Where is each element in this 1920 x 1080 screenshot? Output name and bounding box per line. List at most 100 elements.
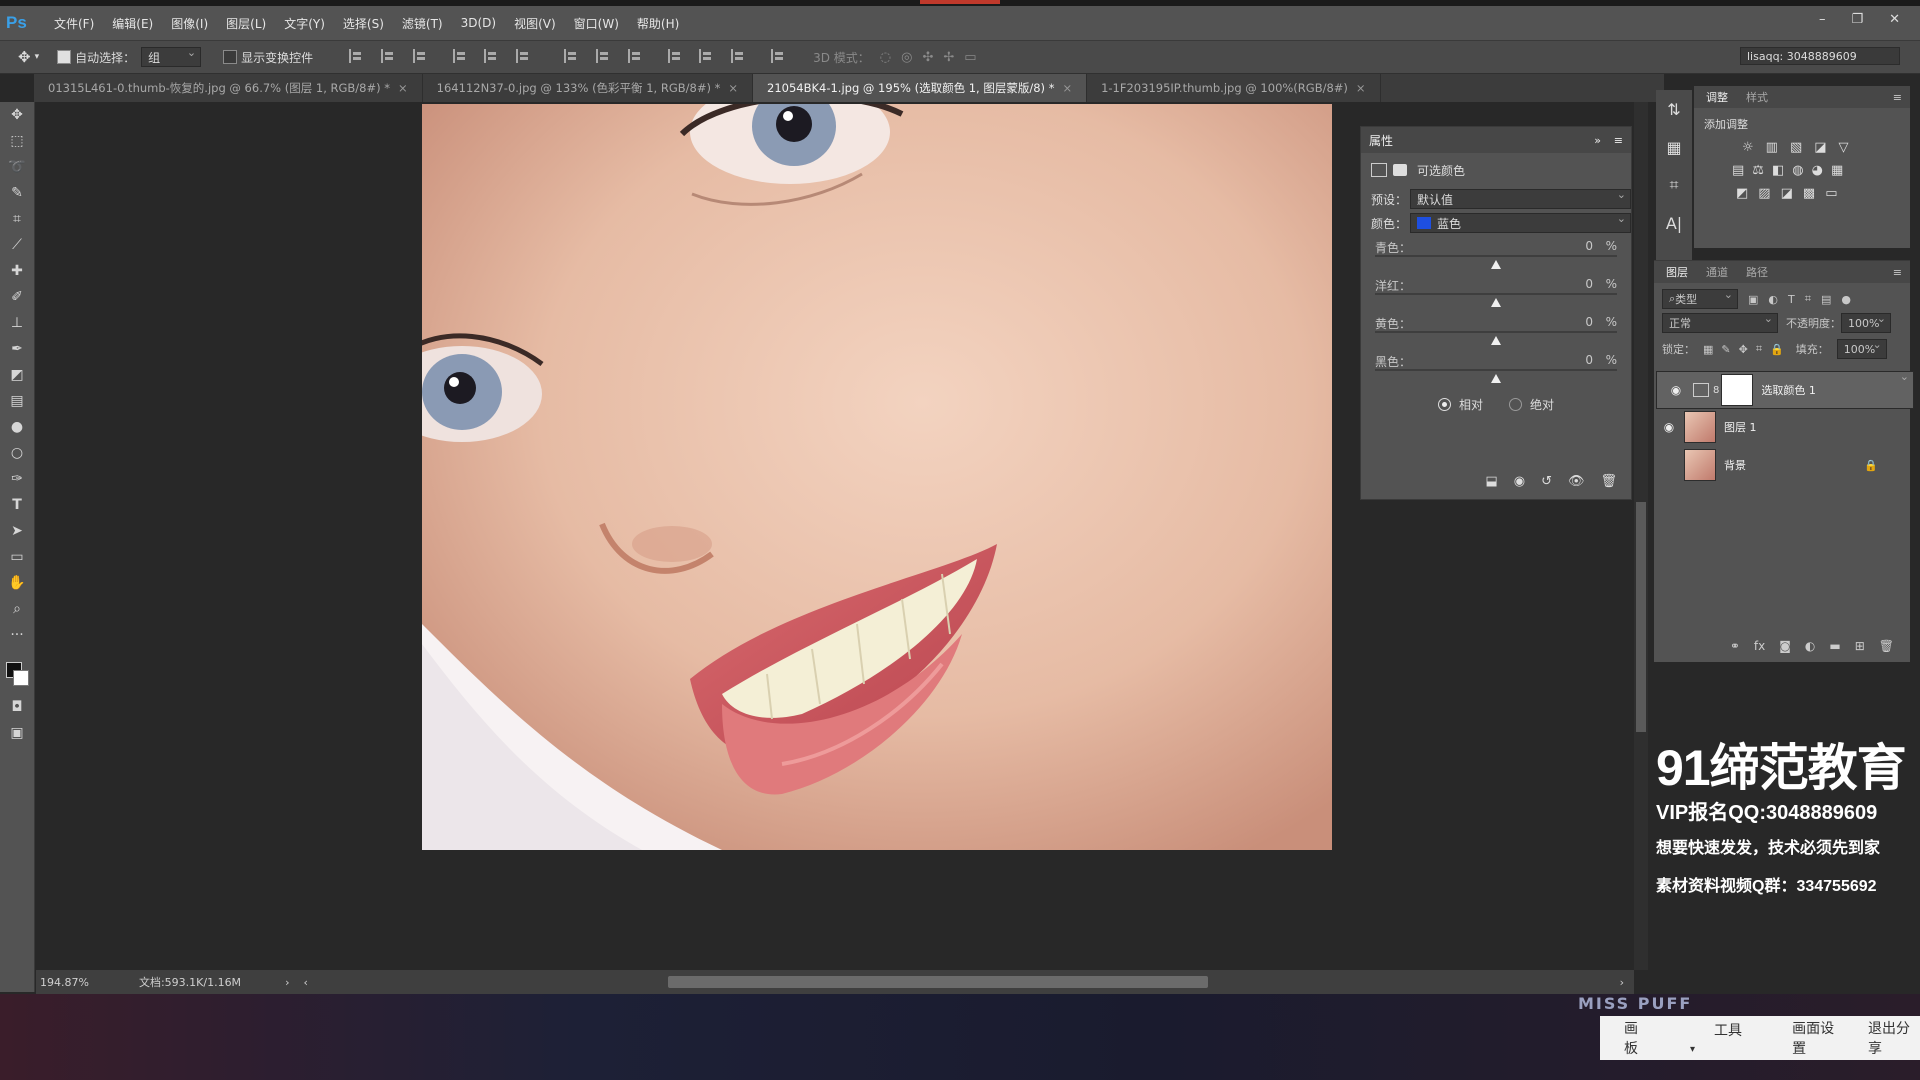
cyan-value[interactable]: 0	[1563, 239, 1593, 253]
tab-paths[interactable]: 路径	[1746, 264, 1768, 280]
layer-name[interactable]: 选取颜色 1	[1761, 382, 1816, 398]
selective-color-icon[interactable]: ▩	[1803, 186, 1815, 201]
black-track[interactable]	[1375, 369, 1617, 371]
layer-row[interactable]: ◉ 背景 🔒	[1656, 447, 1888, 483]
layer-thumb[interactable]	[1684, 411, 1716, 443]
scroll-left-icon[interactable]: ‹	[303, 976, 307, 989]
menu-file[interactable]: 文件(F)	[54, 15, 94, 32]
healing-tool-icon[interactable]: ✚	[0, 258, 34, 284]
layer-row[interactable]: ◉ 图层 1	[1656, 409, 1888, 445]
layer-filter-dropdown[interactable]: ⌕ 类型	[1662, 288, 1738, 309]
panel-menu-icon[interactable]: ≡	[1614, 134, 1623, 147]
vibrance-icon[interactable]: ▽	[1839, 140, 1849, 155]
relative-radio[interactable]	[1437, 397, 1451, 411]
close-tab-icon[interactable]: ×	[398, 81, 408, 95]
stamp-tool-icon[interactable]: ⊥	[0, 310, 34, 336]
filter-pixel-icon[interactable]: ▣	[1748, 293, 1758, 306]
screen-settings-button[interactable]: 画面设置	[1792, 1018, 1844, 1058]
filter-smart-icon[interactable]: ▤	[1821, 293, 1831, 306]
eye-icon[interactable]: ◉	[1656, 420, 1682, 434]
doc-tab[interactable]: 164112N37-0.jpg @ 133% (色彩平衡 1, RGB/8#) …	[423, 74, 753, 102]
background-color[interactable]	[13, 670, 29, 686]
exposure-icon[interactable]: ◪	[1814, 140, 1826, 155]
gradient-tool-icon[interactable]: ▤	[0, 388, 34, 414]
invert-icon[interactable]: ◩	[1736, 186, 1748, 201]
link-layers-icon[interactable]: ⚭	[1730, 639, 1740, 653]
type-tool-icon[interactable]: T	[0, 492, 34, 518]
quick-mask-icon[interactable]: ◘	[0, 694, 34, 720]
panel-menu-icon[interactable]: ≡	[1893, 266, 1902, 279]
tab-layers[interactable]: 图层	[1666, 264, 1688, 280]
distribute-hcenter-icon[interactable]	[699, 48, 715, 63]
align-vcenter-icon[interactable]	[380, 48, 397, 63]
auto-align-icon[interactable]	[771, 48, 787, 63]
lock-artboard-icon[interactable]: ⌗	[1756, 342, 1762, 356]
layer-name[interactable]: 图层 1	[1724, 419, 1757, 435]
filter-type-icon[interactable]: T	[1788, 293, 1795, 306]
chevron-down-icon[interactable]: ▾	[35, 52, 40, 62]
color-balance-icon[interactable]: ⚖	[1752, 163, 1764, 178]
character-panel-icon[interactable]: A|	[1656, 204, 1692, 242]
scroll-right-icon[interactable]: ›	[1620, 976, 1624, 989]
panel-menu-icon[interactable]: ≡	[1893, 91, 1902, 104]
brush-tool-icon[interactable]: ✐	[0, 284, 34, 310]
zoom-tool-icon[interactable]: ⌕	[0, 596, 34, 622]
distribute-vcenter-icon[interactable]	[595, 48, 612, 63]
link-icon[interactable]: 8	[1713, 385, 1719, 396]
distribute-right-icon[interactable]	[731, 48, 747, 63]
layer-mask-thumb[interactable]	[1721, 374, 1754, 406]
align-bottom-icon[interactable]	[412, 48, 429, 63]
document-image[interactable]	[422, 104, 1332, 850]
horizontal-scroll-thumb[interactable]	[668, 976, 1208, 988]
vertical-scrollbar[interactable]	[1634, 102, 1648, 970]
restore-button[interactable]: ❐	[1851, 12, 1863, 27]
move-tool-icon[interactable]: ✥	[18, 48, 31, 66]
gradient-map-icon[interactable]: ▭	[1825, 186, 1837, 201]
artboard-button[interactable]: 画板	[1624, 1018, 1650, 1058]
blend-mode-dropdown[interactable]: 正常	[1662, 312, 1778, 333]
distribute-bottom-icon[interactable]	[627, 48, 644, 63]
fx-icon[interactable]: fx	[1754, 639, 1765, 653]
black-value[interactable]: 0	[1563, 353, 1593, 367]
history-brush-tool-icon[interactable]: ✒	[0, 336, 34, 362]
magenta-value[interactable]: 0	[1563, 277, 1593, 291]
magenta-slider-handle[interactable]	[1491, 298, 1501, 307]
vertical-scroll-thumb[interactable]	[1636, 502, 1646, 732]
cyan-track[interactable]	[1375, 255, 1617, 257]
reset-icon[interactable]: ↺	[1541, 474, 1552, 489]
yellow-slider-handle[interactable]	[1491, 336, 1501, 345]
close-tab-icon[interactable]: ×	[1062, 81, 1072, 95]
lock-move-icon[interactable]: ✥	[1739, 343, 1748, 356]
screen-mode-icon[interactable]: ▣	[0, 720, 34, 746]
clip-to-layer-icon[interactable]: ⬓	[1485, 474, 1497, 489]
layer-thumb[interactable]	[1684, 449, 1716, 481]
menu-window[interactable]: 窗口(W)	[574, 15, 619, 32]
blur-tool-icon[interactable]: ●	[0, 414, 34, 440]
menu-image[interactable]: 图像(I)	[171, 15, 208, 32]
new-layer-icon[interactable]: ⊞	[1855, 639, 1865, 653]
color-swatches[interactable]	[0, 648, 34, 694]
mask-icon[interactable]	[1393, 164, 1407, 176]
menu-filter[interactable]: 滤镜(T)	[402, 15, 443, 32]
minimize-button[interactable]: –	[1819, 12, 1826, 27]
close-button[interactable]: ✕	[1889, 12, 1900, 27]
align-hcenter-icon[interactable]	[484, 48, 500, 63]
distribute-left-icon[interactable]	[667, 48, 684, 63]
align-right-icon[interactable]	[516, 48, 532, 63]
color-lookup-icon[interactable]: ▦	[1831, 163, 1843, 178]
magenta-track[interactable]	[1375, 293, 1617, 295]
new-group-icon[interactable]: ▬	[1829, 639, 1840, 653]
distribute-top-icon[interactable]	[564, 48, 580, 63]
delete-layer-icon[interactable]: 🗑	[1879, 639, 1894, 653]
menu-view[interactable]: 视图(V)	[514, 15, 556, 32]
auto-select-checkbox[interactable]	[57, 50, 72, 64]
filter-adjust-icon[interactable]: ◐	[1768, 293, 1778, 306]
eraser-tool-icon[interactable]: ◩	[0, 362, 34, 388]
dodge-tool-icon[interactable]: ○	[0, 440, 34, 466]
yellow-value[interactable]: 0	[1563, 315, 1593, 329]
auto-select-dropdown[interactable]: 组	[141, 46, 202, 67]
lock-paint-icon[interactable]: ✎	[1721, 343, 1730, 356]
align-top-icon[interactable]	[349, 48, 365, 63]
doc-tab[interactable]: 01315L461-0.thumb-恢复的.jpg @ 66.7% (图层 1,…	[34, 74, 423, 102]
black-white-icon[interactable]: ◧	[1772, 163, 1784, 178]
